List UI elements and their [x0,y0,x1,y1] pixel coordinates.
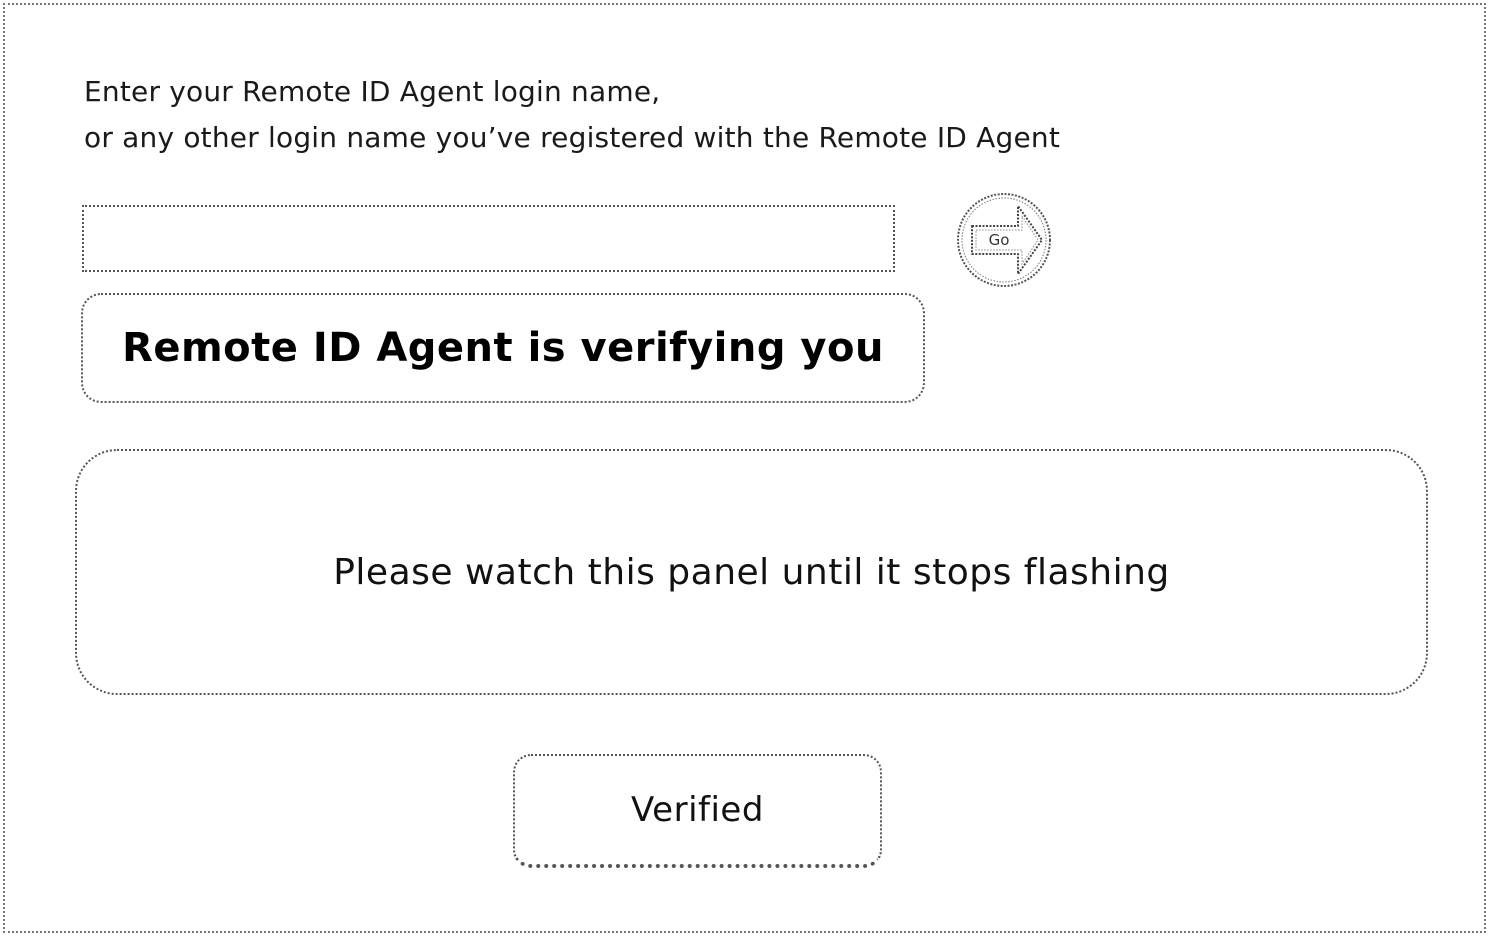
go-button[interactable]: Go [954,192,1054,288]
login-name-input[interactable] [82,205,895,272]
flashing-panel-message: Please watch this panel until it stops f… [333,551,1170,593]
instruction-line-1: Enter your Remote ID Agent login name, [84,75,661,108]
verified-button[interactable]: Verified [513,754,882,868]
verification-status-text: Remote ID Agent is verifying you [122,325,884,371]
instruction-line-2: or any other login name you’ve registere… [84,121,1061,154]
go-label: Go [989,231,1010,249]
arrow-right-icon: Go [957,193,1051,287]
verification-status-box: Remote ID Agent is verifying you [81,293,925,403]
flashing-panel: Please watch this panel until it stops f… [75,449,1428,695]
verified-button-label: Verified [631,790,764,830]
